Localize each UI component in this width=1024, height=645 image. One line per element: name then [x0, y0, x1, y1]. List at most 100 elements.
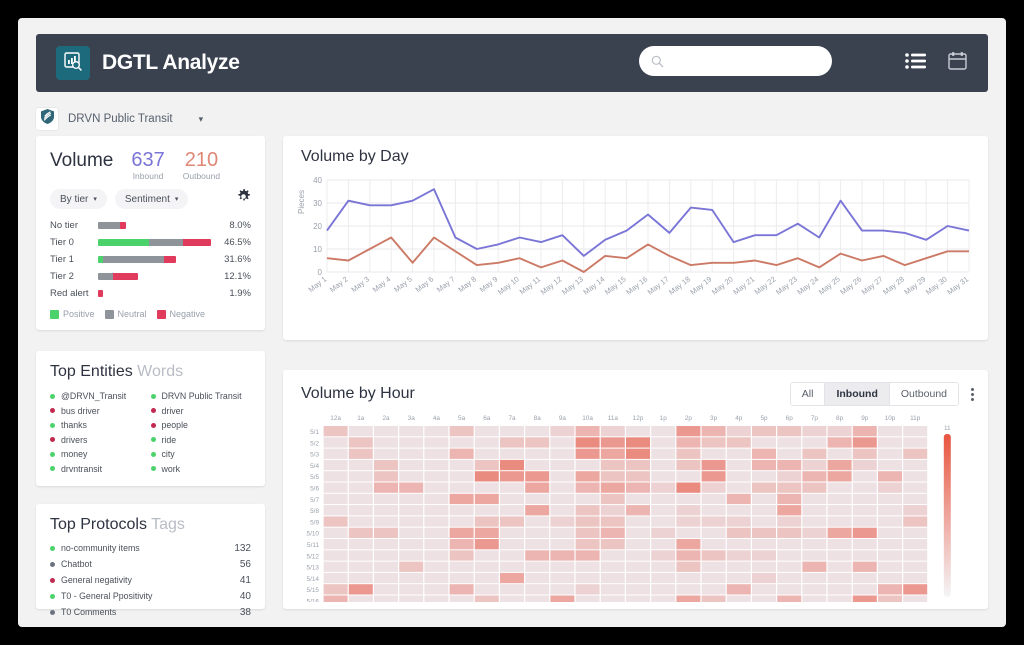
heatmap-cell[interactable]	[676, 493, 701, 505]
heatmap-cell[interactable]	[449, 561, 474, 572]
heatmap-cell[interactable]	[474, 550, 499, 561]
heatmap-cell[interactable]	[777, 471, 802, 482]
heatmap-cell[interactable]	[752, 527, 776, 538]
heatmap-cell[interactable]	[827, 482, 852, 493]
heatmap-cell[interactable]	[752, 516, 776, 527]
heatmap-cell[interactable]	[726, 426, 751, 437]
heatmap-cell[interactable]	[500, 595, 524, 606]
heatmap-cell[interactable]	[399, 505, 424, 516]
heatmap-cell[interactable]	[777, 550, 802, 561]
heatmap-cell[interactable]	[777, 516, 802, 527]
heatmap-cell[interactable]	[323, 539, 348, 550]
entity-item[interactable]: thanks	[50, 418, 151, 433]
heatmap-cell[interactable]	[348, 527, 373, 538]
chevron-down-icon[interactable]: ▾	[199, 114, 204, 125]
heatmap-cell[interactable]	[777, 595, 802, 606]
heatmap-cell[interactable]	[348, 471, 373, 482]
heatmap-cell[interactable]	[449, 550, 474, 561]
heatmap-cell[interactable]	[424, 584, 449, 595]
heatmap-cell[interactable]	[701, 505, 726, 516]
heatmap-cell[interactable]	[525, 471, 550, 482]
heatmap-cell[interactable]	[550, 448, 575, 459]
heatmap-cell[interactable]	[777, 437, 802, 448]
heatmap-cell[interactable]	[474, 426, 499, 437]
heatmap-cell[interactable]	[600, 505, 625, 516]
heatmap-cell[interactable]	[323, 459, 348, 471]
heatmap-cell[interactable]	[878, 505, 902, 516]
heatmap-cell[interactable]	[726, 595, 751, 606]
heatmap-cell[interactable]	[323, 426, 348, 437]
heatmap-cell[interactable]	[878, 572, 902, 584]
heatmap-cell[interactable]	[676, 572, 701, 584]
heatmap-cell[interactable]	[726, 459, 751, 471]
heatmap-cell[interactable]	[424, 459, 449, 471]
heatmap-cell[interactable]	[575, 527, 600, 538]
heatmap-cell[interactable]	[348, 459, 373, 471]
heatmap-cell[interactable]	[525, 595, 550, 606]
heatmap-cell[interactable]	[827, 505, 852, 516]
heatmap-cell[interactable]	[651, 595, 676, 606]
heatmap-cell[interactable]	[399, 448, 424, 459]
heatmap-cell[interactable]	[651, 448, 676, 459]
heatmap-cell[interactable]	[852, 595, 877, 606]
heatmap-cell[interactable]	[802, 482, 827, 493]
heatmap-cell[interactable]	[701, 561, 726, 572]
heatmap-cell[interactable]	[651, 459, 676, 471]
heatmap-cell[interactable]	[701, 595, 726, 606]
more-vertical-icon[interactable]	[971, 387, 974, 401]
heatmap-cell[interactable]	[399, 595, 424, 606]
heatmap-cell[interactable]	[600, 572, 625, 584]
heatmap-cell[interactable]	[348, 561, 373, 572]
heatmap-cell[interactable]	[474, 482, 499, 493]
heatmap-cell[interactable]	[752, 426, 776, 437]
segment-inbound[interactable]: Inbound	[825, 383, 890, 405]
heatmap-cell[interactable]	[500, 550, 524, 561]
heatmap-cell[interactable]	[726, 550, 751, 561]
heatmap-cell[interactable]	[474, 584, 499, 595]
heatmap-cell[interactable]	[726, 572, 751, 584]
heatmap-cell[interactable]	[726, 516, 751, 527]
heatmap-cell[interactable]	[676, 550, 701, 561]
heatmap-cell[interactable]	[424, 527, 449, 538]
heatmap-cell[interactable]	[575, 595, 600, 606]
heatmap-cell[interactable]	[348, 595, 373, 606]
list-icon[interactable]	[905, 52, 927, 75]
heatmap-cell[interactable]	[550, 584, 575, 595]
entity-item[interactable]: drivers	[50, 433, 151, 448]
heatmap-cell[interactable]	[802, 550, 827, 561]
heatmap-cell[interactable]	[600, 595, 625, 606]
entity-item[interactable]: work	[150, 462, 252, 477]
heatmap-cell[interactable]	[374, 595, 398, 606]
search-input[interactable]	[668, 53, 822, 69]
heatmap-cell[interactable]	[474, 561, 499, 572]
heatmap-cell[interactable]	[626, 550, 650, 561]
heatmap-cell[interactable]	[374, 550, 398, 561]
heatmap-cell[interactable]	[424, 448, 449, 459]
heatmap-cell[interactable]	[852, 550, 877, 561]
heatmap-cell[interactable]	[701, 448, 726, 459]
heatmap-cell[interactable]	[802, 426, 827, 437]
heatmap-cell[interactable]	[903, 437, 928, 448]
heatmap-cell[interactable]	[827, 539, 852, 550]
heatmap-cell[interactable]	[777, 448, 802, 459]
protocol-row[interactable]: T0 Comments 38	[50, 604, 251, 620]
heatmap-cell[interactable]	[626, 516, 650, 527]
heatmap-cell[interactable]	[348, 516, 373, 527]
heatmap-cell[interactable]	[500, 471, 524, 482]
entity-item[interactable]: people	[150, 418, 252, 433]
heatmap-cell[interactable]	[399, 561, 424, 572]
heatmap-cell[interactable]	[500, 505, 524, 516]
heatmap-cell[interactable]	[676, 539, 701, 550]
heatmap-cell[interactable]	[827, 561, 852, 572]
heatmap-cell[interactable]	[726, 527, 751, 538]
heatmap-cell[interactable]	[827, 516, 852, 527]
heatmap-cell[interactable]	[852, 471, 877, 482]
heatmap-cell[interactable]	[878, 539, 902, 550]
heatmap-cell[interactable]	[903, 550, 928, 561]
search-box[interactable]	[639, 46, 832, 76]
heatmap-cell[interactable]	[550, 459, 575, 471]
heatmap-cell[interactable]	[374, 448, 398, 459]
heatmap-cell[interactable]	[449, 505, 474, 516]
heatmap-cell[interactable]	[449, 539, 474, 550]
heatmap-cell[interactable]	[903, 448, 928, 459]
